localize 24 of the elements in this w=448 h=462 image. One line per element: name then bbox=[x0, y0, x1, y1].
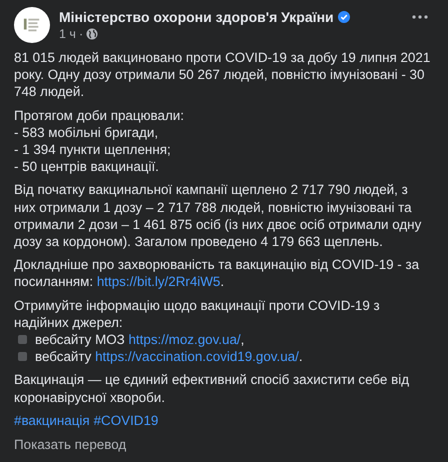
post-text: 81 015 людей вакциновано проти COVID-19 за добу 19 липня 2021 року. Одну дозу отримали 50 267 людей, повністю імунізовані - 30 748 людей. bbox=[14, 49, 432, 101]
post-text: - 583 мобільні бригади, bbox=[14, 124, 160, 142]
post-text: Вакцинація — це єдиний ефективний спосіб захистити себе від коронавірусної хвороби. bbox=[14, 371, 410, 406]
link[interactable]: https://moz.gov.ua/ bbox=[128, 332, 241, 348]
post-text: вебсайту https://vaccination.covid19.gov.ua/. bbox=[35, 348, 304, 366]
link[interactable]: https://bit.ly/2Rr4iW5 bbox=[96, 274, 220, 290]
bullet-icon bbox=[18, 335, 27, 344]
post-text: вебсайту МОЗ https://moz.gov.ua/, bbox=[35, 331, 246, 348]
post-text: - 1 394 пункти щеплення; bbox=[14, 141, 172, 158]
logo-icon[interactable] bbox=[14, 7, 50, 43]
post-text: Від початку вакцинальної кампанії щеплено 2 717 790 людей, з них отримали 1 дозу – 2 717 788 людей, повністю імунізовані та отримали 2 дози – 1 461 875 осіб (із них двоє осіб отримали одну дозу за кордоном). Загалом проведено 4 179 663 щеплень. bbox=[14, 181, 422, 250]
hashtag-link[interactable]: #COVID19 bbox=[94, 412, 158, 430]
post-text: Протягом доби працювали: bbox=[14, 106, 185, 124]
link[interactable]: https://vaccination.covid19.gov.ua/ bbox=[95, 349, 299, 364]
show-translation-link[interactable]: Показать перевод bbox=[14, 437, 126, 454]
post-text: Отримуйте інформацію щодо вакцинації проти COVID-19 з надійних джерел: bbox=[14, 296, 381, 332]
post-text: Докладніше про захворюваність та вакцинацію від COVID-19 - за посиланням: https://bit.ly/2Rr4iW5. bbox=[14, 256, 420, 291]
hashtag-link[interactable]: #вакцинація bbox=[14, 412, 90, 430]
separator-dot: · bbox=[78, 27, 84, 41]
post-time[interactable]: 1 ч bbox=[59, 27, 76, 41]
bullet-icon bbox=[18, 352, 27, 362]
author-name[interactable]: Міністерство охорони здоров'я України bbox=[59, 9, 334, 25]
post-text: - 50 центрів вакцинації. bbox=[14, 158, 160, 176]
globe-icon[interactable] bbox=[86, 28, 98, 40]
